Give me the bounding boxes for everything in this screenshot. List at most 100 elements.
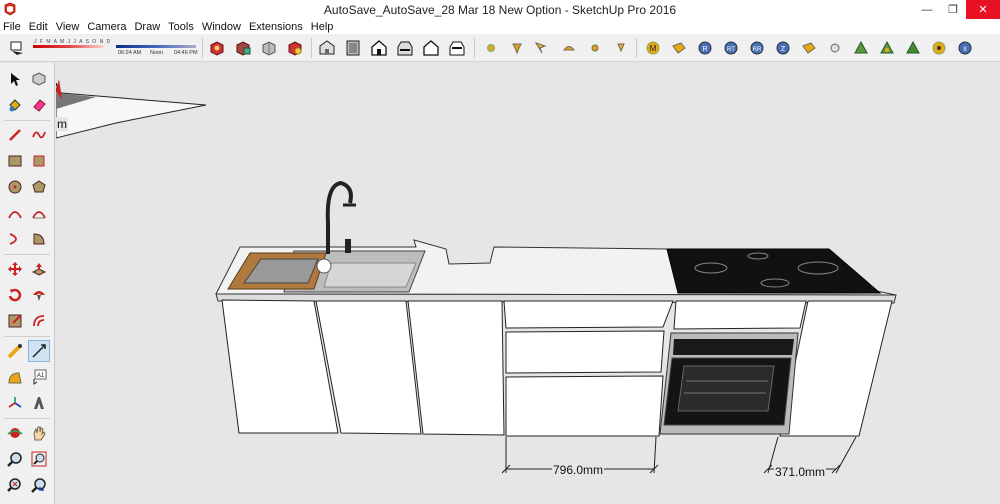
tape-measure-icon[interactable] — [4, 340, 26, 362]
text-tool-icon[interactable]: A1 — [28, 366, 50, 388]
move-tool-icon[interactable] — [4, 258, 26, 280]
model-info-icon[interactable] — [208, 39, 226, 57]
restore-button[interactable]: ❐ — [940, 0, 966, 19]
sunrise-time: 06:24 AM — [118, 50, 142, 56]
kitchen-model — [56, 79, 897, 474]
shadow-settings-panel: J F M A M J J A S O N D 06:24 AM Noon 04… — [30, 37, 200, 59]
toolbar-separator — [311, 38, 312, 58]
plugin-4-icon[interactable] — [560, 39, 578, 57]
time-slider[interactable] — [116, 45, 196, 48]
pie-tool-icon[interactable] — [28, 228, 50, 250]
top-view-icon[interactable] — [344, 39, 362, 57]
toolbar: J F M A M J J A S O N D 06:24 AM Noon 04… — [0, 34, 1000, 62]
svg-text:Z: Z — [781, 46, 786, 53]
plugin-6-icon[interactable] — [612, 39, 630, 57]
freehand-tool-icon[interactable] — [28, 124, 50, 146]
plugin-13-icon[interactable] — [800, 39, 818, 57]
partial-object — [56, 79, 207, 139]
zoom-window-icon[interactable] — [28, 448, 50, 470]
noon-label: Noon — [150, 50, 164, 56]
rotated-rectangle-icon[interactable] — [28, 150, 50, 172]
protractor-icon[interactable] — [4, 366, 26, 388]
select-tool-icon[interactable] — [4, 68, 26, 90]
plugin-1-icon[interactable] — [482, 39, 500, 57]
pan-tool-icon[interactable] — [28, 422, 50, 444]
offset-tool-icon[interactable] — [28, 310, 50, 332]
plugin-19-icon[interactable]: II — [956, 39, 974, 57]
plugin-12-icon[interactable]: Z — [774, 39, 792, 57]
toolbar-separator — [202, 38, 203, 58]
iso-view-icon[interactable] — [318, 39, 336, 57]
eraser-icon[interactable] — [28, 94, 50, 116]
3d-text-icon[interactable] — [28, 392, 50, 414]
dimension-label-2: 371.0mm — [774, 465, 827, 479]
three-point-arc-icon[interactable] — [4, 228, 26, 250]
make-component-icon[interactable] — [28, 68, 50, 90]
rectangle-tool-icon[interactable] — [4, 150, 26, 172]
cooktop — [666, 248, 882, 294]
plugin-3-icon[interactable] — [532, 39, 550, 57]
two-point-arc-icon[interactable] — [28, 202, 50, 224]
plugin-18-icon[interactable] — [930, 39, 948, 57]
menu-edit[interactable]: Edit — [29, 20, 48, 34]
svg-text:II: II — [963, 47, 967, 53]
menu-draw[interactable]: Draw — [134, 20, 160, 34]
plugin-16-icon[interactable] — [878, 39, 896, 57]
left-view-icon[interactable] — [448, 39, 466, 57]
menu-bar: File Edit View Camera Draw Tools Window … — [0, 19, 1000, 34]
polygon-tool-icon[interactable] — [28, 176, 50, 198]
menu-camera[interactable]: Camera — [87, 20, 126, 34]
back-view-icon[interactable] — [422, 39, 440, 57]
plugin-2-icon[interactable] — [508, 39, 526, 57]
plugin-15-icon[interactable] — [852, 39, 870, 57]
component-icon[interactable] — [234, 39, 252, 57]
sketchup-app-icon[interactable] — [3, 2, 17, 16]
plugin-14-icon[interactable] — [826, 39, 844, 57]
date-slider[interactable] — [33, 45, 103, 48]
menu-tools[interactable]: Tools — [168, 20, 194, 34]
rotate-tool-icon[interactable] — [4, 284, 26, 306]
partial-dimension-label: m — [56, 117, 68, 131]
palette-separator — [4, 336, 50, 337]
menu-window[interactable]: Window — [202, 20, 241, 34]
oven — [659, 332, 799, 435]
plugin-5-icon[interactable] — [586, 39, 604, 57]
menu-help[interactable]: Help — [311, 20, 334, 34]
close-button[interactable]: ✕ — [966, 0, 1000, 19]
line-tool-icon[interactable] — [4, 124, 26, 146]
axes-tool-icon[interactable] — [4, 392, 26, 414]
orbit-tool-icon[interactable] — [4, 422, 26, 444]
menu-file[interactable]: File — [3, 20, 21, 34]
previous-view-icon[interactable] — [28, 474, 50, 496]
zoom-tool-icon[interactable] — [4, 448, 26, 470]
model-viewport[interactable]: m 796.0mm 371.0mm — [56, 63, 1000, 504]
right-view-icon[interactable] — [396, 39, 414, 57]
menu-view[interactable]: View — [56, 20, 80, 34]
push-pull-icon[interactable] — [28, 258, 50, 280]
plugin-8-icon[interactable] — [670, 39, 688, 57]
shadows-toggle-icon[interactable] — [8, 39, 26, 57]
toolbar-separator — [474, 38, 475, 58]
svg-text:M: M — [650, 44, 657, 53]
plugin-11-icon[interactable]: RR — [748, 39, 766, 57]
front-view-icon[interactable] — [370, 39, 388, 57]
materials-icon[interactable] — [260, 39, 278, 57]
arc-tool-icon[interactable] — [4, 202, 26, 224]
minimize-button[interactable]: — — [914, 0, 940, 19]
toolbar-separator — [636, 38, 637, 58]
scale-tool-icon[interactable] — [4, 310, 26, 332]
zoom-extents-icon[interactable] — [4, 474, 26, 496]
sunset-time: 04:46 PM — [174, 50, 198, 56]
plugin-9-icon[interactable]: R — [696, 39, 714, 57]
plugin-17-icon[interactable] — [904, 39, 922, 57]
palette-separator — [4, 120, 50, 121]
plugin-10-icon[interactable]: RT — [722, 39, 740, 57]
follow-me-icon[interactable] — [28, 284, 50, 306]
dimension-tool-icon[interactable] — [28, 340, 50, 362]
plugin-7-icon[interactable]: M — [644, 39, 662, 57]
svg-text:RR: RR — [753, 47, 762, 53]
paint-bucket-icon[interactable] — [4, 94, 26, 116]
menu-extensions[interactable]: Extensions — [249, 20, 303, 34]
warehouse-icon[interactable] — [286, 39, 304, 57]
circle-tool-icon[interactable] — [4, 176, 26, 198]
